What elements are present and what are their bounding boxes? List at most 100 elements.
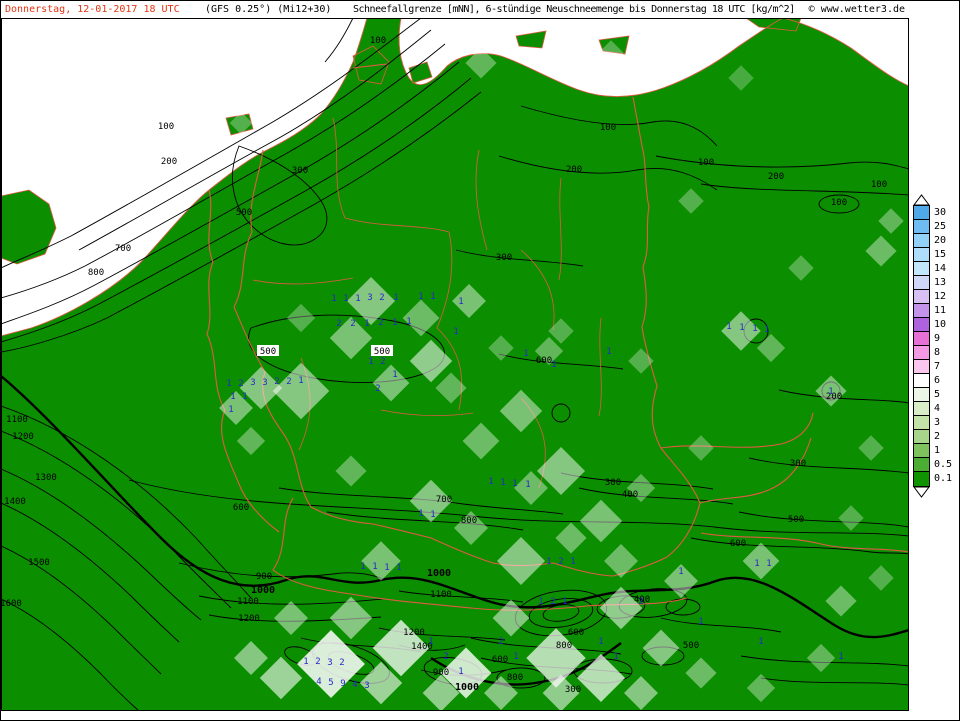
contour-label: 100 (370, 36, 386, 46)
snow-value: 1 (343, 294, 348, 304)
snow-value: 1 (368, 357, 373, 367)
snow-value: 1 (355, 294, 360, 304)
legend-value: 20 (934, 234, 946, 248)
snow-value: 2 (238, 379, 243, 389)
valid-date-label: Donnerstag, 12-01-2017 18 UTC (5, 1, 180, 18)
snow-value: 1 (418, 509, 423, 519)
contour-label: 500 (683, 641, 699, 651)
map-canvas: 1001002005007008003001002001002001003006… (1, 18, 909, 711)
snow-value: 1 (838, 652, 843, 662)
snow-value: 4 (352, 680, 357, 690)
snow-value: 2 (339, 658, 344, 668)
snow-value: 1 (613, 652, 618, 662)
contour-label: 100 (871, 180, 887, 190)
snow-value: 1 (331, 294, 336, 304)
snow-value: 2 (274, 377, 279, 387)
snow-value: 1 (303, 657, 308, 667)
contour-label: 300 (565, 685, 581, 695)
contour-label: 800 (507, 673, 523, 683)
snow-value: 3 (367, 293, 372, 303)
legend-value: 25 (934, 220, 946, 234)
contour-label: 600 (730, 539, 746, 549)
snow-value: 1 (406, 317, 411, 327)
snow-value: 1 (430, 292, 435, 302)
contour-label: 400 (622, 490, 638, 500)
snow-value: 2 (375, 384, 380, 394)
colorbar-bottom-arrow-icon (913, 486, 930, 498)
snow-value: 1 (523, 349, 528, 359)
snow-value: 1 (598, 637, 603, 647)
snow-value: 1 (428, 637, 433, 647)
contour-label: 200 (161, 157, 177, 167)
contour-label: 1100 (430, 590, 452, 600)
contour-label: 1200 (238, 614, 260, 624)
snow-value: 1 (372, 562, 377, 572)
legend-value: 0.5 (934, 458, 952, 472)
snow-value: 2 (558, 557, 563, 567)
snow-value: 1 (678, 567, 683, 577)
contour-label: 800 (88, 268, 104, 278)
snow-value: 1 (393, 293, 398, 303)
snow-value: 1 (396, 563, 401, 573)
snow-value: 2 (379, 293, 384, 303)
contour-label: 300 (292, 166, 308, 176)
snow-value: 1 (754, 559, 759, 569)
contour-label: 300 (496, 253, 512, 263)
contour-label: 1000 (251, 585, 275, 596)
snow-value: 2 (286, 377, 291, 387)
legend-value: 2 (934, 430, 940, 444)
chart-title: Schneefallgrenze [mNN], 6-stündige Neusc… (353, 1, 795, 18)
legend-value: 30 (934, 206, 946, 220)
snow-value: 2 (315, 657, 320, 667)
snow-value: 1 (453, 327, 458, 337)
snow-value: 1 (500, 478, 505, 488)
snow-value: 1 (458, 667, 463, 677)
snow-value: 1 (298, 376, 303, 386)
contour-label: 600 (492, 655, 508, 665)
snow-value: 1 (570, 557, 575, 567)
contour-label: 800 (556, 641, 572, 651)
snow-value: 1 (551, 360, 556, 370)
snow-value: 1 (430, 510, 435, 520)
snow-value: 1 (525, 480, 530, 490)
legend-swatch (913, 471, 930, 487)
contour-label: 900 (256, 572, 272, 582)
snow-value: 3 (250, 378, 255, 388)
contour-label: 100 (698, 158, 714, 168)
legend-value: 7 (934, 360, 940, 374)
snow-value: 1 (512, 479, 517, 489)
snow-value: 2 (638, 597, 643, 607)
legend-panel: 3025201514131211109876543210.50.1 (909, 18, 959, 711)
snow-value: 1 (488, 477, 493, 487)
contour-label: 900 (433, 668, 449, 678)
snow-value: 1 (418, 292, 423, 302)
legend-value: 10 (934, 318, 946, 332)
snow-value: 1 (458, 297, 463, 307)
legend-value: 4 (934, 402, 940, 416)
snow-value: 4 (316, 677, 321, 687)
contour-label: 1600 (1, 599, 22, 609)
contour-label: 1300 (35, 473, 57, 483)
contour-label: 1100 (237, 597, 259, 607)
weather-map: 1001002005007008003001002001002001003006… (1, 18, 909, 711)
contour-label: 100 (158, 122, 174, 132)
snow-value: 1 (764, 325, 769, 335)
snow-value: 1 (392, 318, 397, 328)
contour-label: 500 (236, 208, 252, 218)
snow-value: 2 (350, 319, 355, 329)
page-frame: Donnerstag, 12-01-2017 18 UTC (GFS 0.25°… (0, 0, 960, 721)
snow-value: 1 (726, 322, 731, 332)
snow-value: 1 (228, 405, 233, 415)
contour-label: 100 (831, 198, 847, 208)
legend-value: 12 (934, 290, 946, 304)
contour-label: 600 (233, 503, 249, 513)
legend-value: 14 (934, 262, 946, 276)
contour-label: 500 (788, 515, 804, 525)
contour-label: 500 (260, 347, 276, 357)
contour-label: 100 (600, 123, 616, 133)
contour-label: 200 (768, 172, 784, 182)
snow-value: 1 (230, 392, 235, 402)
snow-value: 2 (378, 318, 383, 328)
legend-value: 9 (934, 332, 940, 346)
snow-value: 1 (538, 597, 543, 607)
